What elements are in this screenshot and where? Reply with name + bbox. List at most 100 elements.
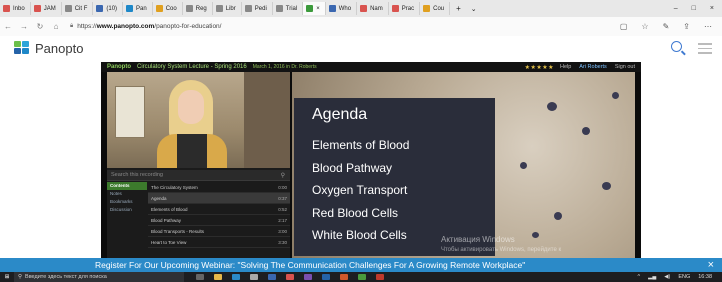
system-tray: ^ ▂▄ ◀) ENG 16:38 <box>638 274 722 280</box>
table-of-contents: The Circulatory System 0:00 Agenda 0:37 Elem… <box>148 182 290 248</box>
toc-row[interactable]: Blood Transports - Results 3:00 <box>148 226 290 237</box>
tray-chevron-icon[interactable]: ^ <box>638 274 641 280</box>
browser-tab[interactable]: Cit F <box>62 2 94 15</box>
edge-icon[interactable] <box>232 274 240 280</box>
player-left-pane: Search this recording ⚲ Contents Notes Boo… <box>107 72 290 258</box>
webinar-banner[interactable]: Register For Our Upcoming Webinar: "Solv… <box>0 258 722 272</box>
task-view-icon[interactable] <box>196 274 204 280</box>
browser-tab[interactable]: Pedi <box>242 2 273 15</box>
reading-view-icon[interactable]: ▢ <box>620 22 628 31</box>
media-icon[interactable] <box>286 274 294 280</box>
browser-tab-strip: Inbo JAM Cit F (10) Pan Coo Reg Libr Pedi Trial × W… <box>0 0 722 17</box>
tab-favicon-icon <box>306 5 314 12</box>
webinar-banner-text[interactable]: Register For Our Upcoming Webinar: "Solv… <box>95 260 525 270</box>
browser-tab[interactable]: Reg <box>183 2 213 15</box>
toc-row-time: 0:52 <box>278 206 287 212</box>
browser-tab[interactable]: Pan <box>123 2 153 15</box>
side-tab-contents[interactable]: Contents <box>107 182 147 190</box>
toc-row[interactable]: Elements of Blood 0:52 <box>148 204 290 215</box>
powerpoint-icon[interactable] <box>340 274 348 280</box>
clock[interactable]: 16:38 <box>698 274 712 280</box>
toc-row-title: Heart to Toe View <box>151 239 187 245</box>
search-icon[interactable] <box>671 41 682 52</box>
browser-tab[interactable]: (10) <box>93 2 124 15</box>
browser-tab-label: Inbo <box>13 5 25 12</box>
browser-tab[interactable]: Cou <box>420 2 451 15</box>
video-player: Panopto Circulatory System Lecture - Spr… <box>101 62 641 258</box>
windows-start-icon[interactable]: ⊞ <box>0 274 14 280</box>
browser-tab[interactable]: Trial <box>273 2 304 15</box>
browser-tab[interactable]: Prac <box>389 2 421 15</box>
toc-row-time: 0:37 <box>278 195 287 201</box>
browser-tab[interactable]: × <box>303 2 326 15</box>
sign-out-link[interactable]: Sign out <box>615 64 635 70</box>
forward-icon[interactable]: → <box>16 22 32 31</box>
tab-favicon-icon <box>185 5 193 12</box>
store-icon[interactable] <box>250 274 258 280</box>
side-tab-bookmarks[interactable]: Bookmarks <box>107 198 147 206</box>
chrome-icon[interactable] <box>358 274 366 280</box>
side-tab-discussion[interactable]: Discussion <box>107 206 147 214</box>
toc-row-time: 3:00 <box>278 228 287 234</box>
window-controls: – □ × <box>674 5 722 12</box>
browser-tab[interactable]: Who <box>326 2 358 15</box>
browser-tab-label: (10) <box>106 5 118 12</box>
network-icon[interactable]: ▂▄ <box>648 274 656 280</box>
player-brand: Panopto <box>107 64 131 70</box>
share-icon[interactable]: ⇪ <box>683 22 690 31</box>
back-icon[interactable]: ← <box>0 22 16 31</box>
url-field[interactable]: 🔒︎ https://www.panopto.com/panopto-for-e… <box>70 21 590 33</box>
file-explorer-icon[interactable] <box>214 274 222 280</box>
presenter-video[interactable] <box>107 72 290 168</box>
hamburger-menu-icon[interactable] <box>698 43 712 57</box>
tab-favicon-icon <box>3 5 10 12</box>
taskbar-search[interactable]: ⚲ Введите здесь текст для поиска <box>14 272 184 282</box>
panopto-logo[interactable]: Panopto <box>14 41 83 56</box>
toc-row[interactable]: The Circulatory System 0:00 <box>148 182 290 193</box>
toc-row-title: Blood Transports - Results <box>151 228 205 234</box>
search-recording-input[interactable]: Search this recording ⚲ <box>107 170 290 181</box>
tab-favicon-icon <box>328 5 336 12</box>
slide-agenda-item: Oxygen Transport <box>312 183 408 197</box>
search-icon[interactable]: ⚲ <box>281 172 285 179</box>
mail-icon[interactable] <box>268 274 276 280</box>
tab-menu-chevron-icon[interactable]: ⌄ <box>467 5 481 13</box>
toc-row-title: Blood Pathway <box>151 217 182 223</box>
browser-tab[interactable]: Libr <box>213 2 242 15</box>
watermark-line-2: Чтобы активировать Windows, перейдите к <box>441 247 562 253</box>
word-icon[interactable] <box>322 274 330 280</box>
notes-icon[interactable]: ✎ <box>663 22 670 31</box>
user-name-link[interactable]: Ari Roberts <box>579 64 607 70</box>
search-recording-placeholder: Search this recording <box>111 172 163 178</box>
side-tab-notes[interactable]: Notes <box>107 190 147 198</box>
volume-icon[interactable]: ◀) <box>664 274 670 280</box>
browser-tab-label: Pedi <box>254 5 267 12</box>
minimize-button[interactable]: – <box>674 5 678 12</box>
toc-row[interactable]: Blood Pathway 2:17 <box>148 215 290 226</box>
browser-tab-label: Pan <box>136 5 147 12</box>
app-icon[interactable] <box>304 274 312 280</box>
browser-tab-label: Cou <box>433 5 445 12</box>
browser-tab[interactable]: Coo <box>153 2 183 15</box>
toc-row[interactable]: Agenda 0:37 <box>148 193 290 204</box>
toc-row-title: The Circulatory System <box>151 184 198 190</box>
tab-favicon-icon <box>423 5 431 12</box>
maximize-button[interactable]: □ <box>692 5 696 12</box>
browser-tab[interactable]: JAM <box>31 2 62 15</box>
help-link[interactable]: Help <box>560 64 571 70</box>
toc-row[interactable]: Heart to Toe View 3:30 <box>148 237 290 248</box>
home-icon[interactable]: ⌂ <box>48 22 64 31</box>
rating-stars[interactable]: ★★★★★ <box>525 64 554 71</box>
language-indicator[interactable]: ENG <box>678 274 690 280</box>
browser-toolbar-icons: ▢ ☆ ✎ ⇪ ⋯ <box>620 22 722 31</box>
close-icon[interactable]: × <box>708 258 714 272</box>
more-icon[interactable]: ⋯ <box>704 22 712 31</box>
browser-tab[interactable]: Inbo <box>0 2 31 15</box>
close-window-button[interactable]: × <box>710 5 714 12</box>
browser-tab-label: Reg <box>195 5 207 12</box>
app-icon[interactable] <box>376 274 384 280</box>
refresh-icon[interactable]: ↻ <box>32 22 48 31</box>
favorite-star-icon[interactable]: ☆ <box>641 22 648 31</box>
new-tab-button[interactable]: + <box>450 4 467 13</box>
browser-tab[interactable]: Nam <box>357 2 389 15</box>
